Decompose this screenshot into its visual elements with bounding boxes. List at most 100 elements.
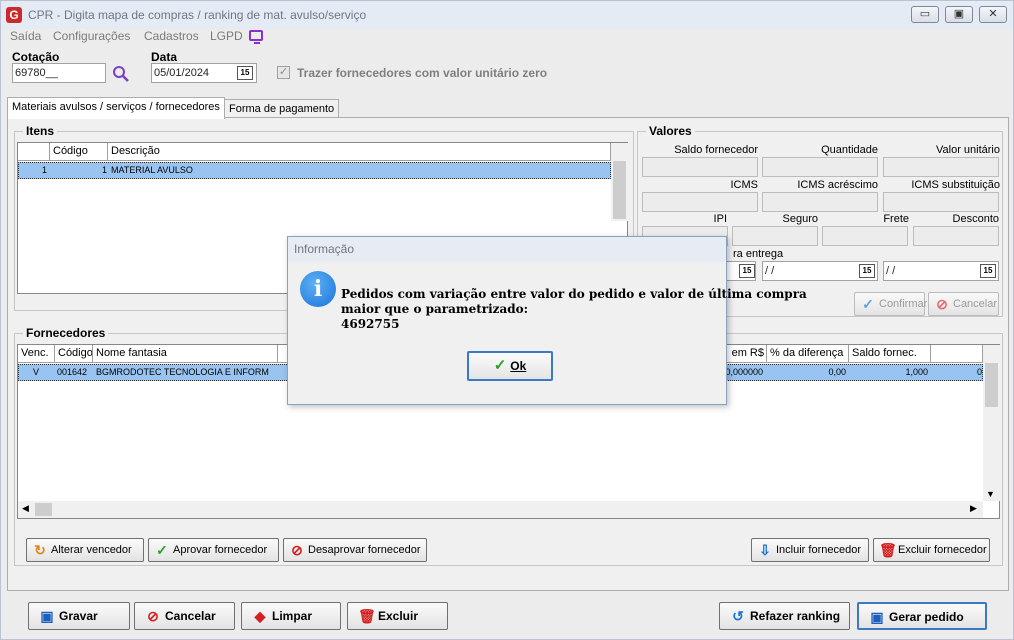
info-dialog: Informação i Pedidos com variação entre … [287, 236, 807, 405]
dialog-message-line1: Pedidos com variação entre valor do pedi… [341, 287, 807, 301]
save-icon: ▣ [40, 608, 54, 624]
excluir-fornecedor-button[interactable]: 🗑 Excluir fornecedor [873, 538, 990, 562]
itens-title: Itens [23, 124, 58, 138]
cancel-icon: ⊘ [291, 542, 303, 558]
alterar-vencedor-button[interactable]: ↻ Alterar vencedor [26, 538, 144, 562]
quantidade-field[interactable] [762, 157, 878, 177]
entrega-label: ra entrega [733, 248, 784, 260]
calendar-icon[interactable]: 15 [739, 264, 755, 278]
desconto-label: Desconto [952, 213, 999, 225]
data-label: Data [151, 50, 178, 64]
saldo-fornecedor-field[interactable] [642, 157, 758, 177]
quantidade-label: Quantidade [821, 144, 878, 156]
seguro-label: Seguro [782, 213, 818, 225]
incluir-fornecedor-button[interactable]: ⇩ Incluir fornecedor [751, 538, 869, 562]
aprovar-fornecedor-button[interactable]: ✓ Aprovar fornecedor [148, 538, 279, 562]
refazer-ranking-button[interactable]: ↺ Refazer ranking [719, 602, 850, 630]
trash-icon: 🗑 [879, 542, 897, 558]
chevron-right-icon[interactable]: ▶ [970, 503, 977, 514]
cancelar-button[interactable]: ⊘ Cancelar [134, 602, 235, 630]
cancel-icon: ⊘ [936, 296, 948, 312]
forn-col-nome[interactable]: Nome fantasia [93, 345, 278, 363]
refresh-icon: ↺ [732, 608, 744, 624]
icms-substituicao-field[interactable] [883, 192, 999, 212]
gerar-pedido-button[interactable]: ▣ Gerar pedido [857, 602, 987, 630]
title-bar: G CPR - Digita mapa de compras / ranking… [1, 1, 1013, 29]
cotacao-label: Cotação [12, 50, 60, 64]
menu-cadastros[interactable]: Cadastros [144, 29, 199, 43]
tab-materiais[interactable]: Materiais avulsos / serviços / fornecedo… [7, 97, 225, 119]
item-index-cell: 1 [41, 165, 47, 175]
calendar-icon[interactable]: 15 [859, 264, 875, 278]
gravar-button[interactable]: ▣ Gravar [28, 602, 130, 630]
icms-field[interactable] [642, 192, 758, 212]
cancel-icon: ⊘ [147, 608, 159, 624]
menu-bar: Saída Configurações Cadastros LGPD [1, 29, 1013, 47]
menu-configuracoes[interactable]: Configurações [53, 29, 130, 43]
dialog-title: Informação [288, 237, 726, 262]
restore-button[interactable]: ▣ [945, 6, 973, 23]
cotacao-input[interactable]: 69780__ [12, 63, 106, 83]
item-codigo-cell: 1 [101, 165, 107, 175]
calendar-icon[interactable]: 15 [980, 264, 996, 278]
forn-col-venc[interactable]: Venc. [18, 345, 55, 363]
trazer-fornecedores-checkbox[interactable]: ✓ [277, 66, 290, 79]
cancelar-valores-button[interactable]: ⊘ Cancelar [928, 292, 999, 316]
frete-label: Frete [883, 213, 909, 225]
search-icon[interactable] [112, 65, 129, 82]
itens-scrollbar[interactable] [611, 143, 628, 221]
trazer-fornecedores-label: Trazer fornecedores com valor unitário z… [297, 66, 548, 80]
forn-diferenca-cell: 0,00 [828, 367, 846, 377]
itens-col-index [18, 143, 50, 161]
chevron-left-icon[interactable]: ◀ [22, 503, 29, 514]
frete-field[interactable] [822, 226, 908, 246]
icms-acrescimo-label: ICMS acréscimo [797, 179, 878, 191]
save-icon: ▣ [870, 609, 884, 625]
icms-substituicao-label: ICMS substituição [911, 179, 1000, 191]
info-icon: i [300, 271, 336, 307]
menu-saida[interactable]: Saída [10, 29, 41, 43]
forn-vscrollbar[interactable]: ▼ [983, 345, 1000, 501]
itens-col-codigo[interactable]: Código [50, 143, 108, 161]
limpar-button[interactable]: ◆ Limpar [241, 602, 341, 630]
item-descricao-cell: MATERIAL AVULSO [111, 165, 193, 175]
excluir-button[interactable]: 🗑 Excluir [347, 602, 448, 630]
eraser-icon: ◆ [254, 608, 266, 624]
app-logo-icon: G [6, 7, 22, 23]
desaprovar-fornecedor-button[interactable]: ⊘ Desaprovar fornecedor [283, 538, 427, 562]
trash-icon: 🗑 [358, 608, 376, 624]
icms-label: ICMS [730, 179, 759, 191]
table-row[interactable]: 1 1 MATERIAL AVULSO [18, 162, 611, 179]
forn-codigo-cell: 001642 [57, 367, 88, 377]
tab-forma-pagamento[interactable]: Forma de pagamento [224, 99, 340, 119]
download-icon: ⇩ [759, 542, 771, 558]
window-title: CPR - Digita mapa de compras / ranking d… [28, 8, 367, 22]
forn-col-extra [931, 345, 983, 363]
refresh-icon: ↻ [34, 542, 46, 558]
check-icon: ✓ [862, 296, 874, 312]
monitor-icon[interactable] [249, 30, 263, 44]
itens-col-descricao[interactable]: Descrição [108, 143, 611, 161]
valor-unitario-label: Valor unitário [936, 144, 1000, 156]
forn-venc-cell: V [33, 367, 40, 377]
forn-nome-cell: BGMRODOTEC TECNOLOGIA E INFORM [96, 367, 269, 377]
ipi-label: IPI [713, 213, 727, 225]
chevron-down-icon[interactable]: ▼ [986, 489, 995, 499]
forn-saldo-cell: 1,000 [905, 367, 928, 377]
confirmar-button[interactable]: ✓ Confirmar [854, 292, 927, 316]
menu-lgpd[interactable]: LGPD [210, 29, 243, 43]
seguro-field[interactable] [732, 226, 818, 246]
close-button[interactable]: ✕ [979, 6, 1007, 23]
forn-extra-cell: 0 [976, 367, 982, 377]
forn-col-saldo[interactable]: Saldo fornec. [849, 345, 931, 363]
icms-acrescimo-field[interactable] [762, 192, 878, 212]
check-icon: ✓ [493, 357, 507, 374]
forn-col-codigo[interactable]: Código [55, 345, 93, 363]
forn-col-diferenca[interactable]: % da diferença [767, 345, 849, 363]
calendar-icon[interactable]: 15 [237, 66, 253, 80]
ok-button[interactable]: ✓ Ok [467, 351, 553, 381]
valor-unitario-field[interactable] [883, 157, 999, 177]
desconto-field[interactable] [913, 226, 999, 246]
forn-hscrollbar[interactable]: ◀ ▶ [18, 501, 983, 518]
minimize-button[interactable]: ▭ [911, 6, 939, 23]
